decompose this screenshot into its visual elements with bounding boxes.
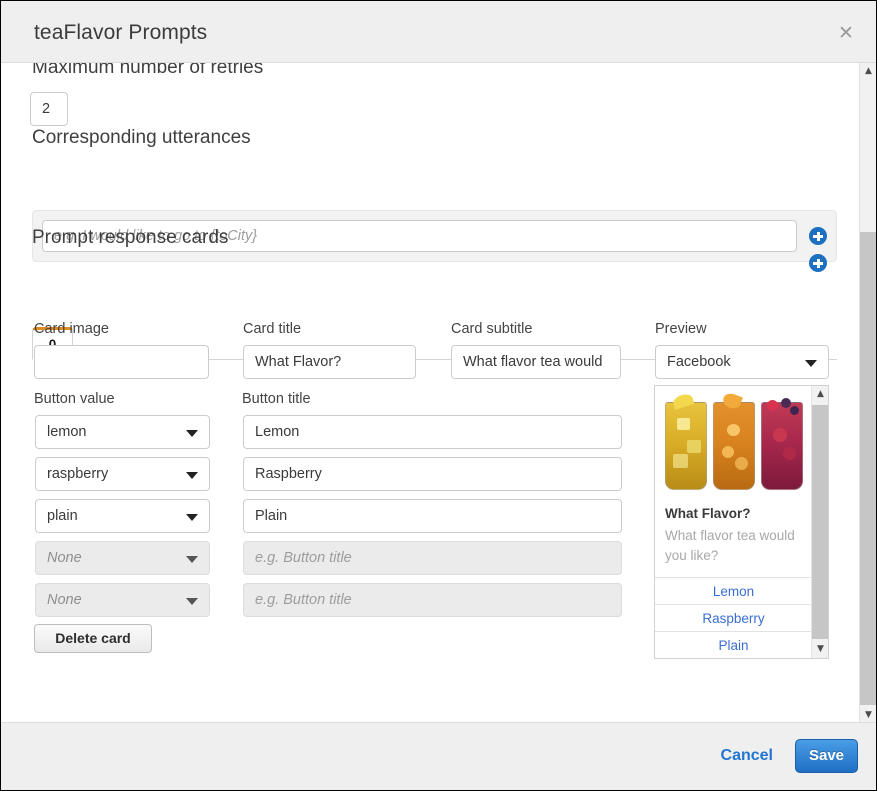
delete-card-button[interactable]: Delete card [34,624,152,653]
card-subtitle-label: Card subtitle [451,321,532,337]
modal-header: teaFlavor Prompts ✕ [1,1,877,63]
preview-card-title: What Flavor? [665,506,802,521]
scrollbar-thumb[interactable] [860,232,877,705]
modal-dialog: teaFlavor Prompts ✕ Maximum number of re… [0,0,877,791]
button-title-input-4[interactable] [243,583,622,617]
preview-card-text: What Flavor? What flavor tea would you l… [655,496,812,574]
button-value-select-4[interactable]: None [35,583,210,617]
preview-card-subtitle: What flavor tea would you like? [665,526,802,566]
button-value-3: None [47,550,82,566]
chevron-down-icon [186,598,198,605]
chevron-down-icon [186,514,198,521]
card-image-input[interactable] [34,345,209,379]
cancel-button[interactable]: Cancel [721,747,773,765]
modal-body: Maximum number of retries Corresponding … [1,63,877,724]
button-value-2: plain [47,508,78,524]
add-response-card-icon[interactable] [809,254,827,272]
page-title: teaFlavor Prompts [34,21,207,45]
chevron-down-icon [186,472,198,479]
preview-card-button-1[interactable]: Raspberry [655,604,812,631]
max-retries-label: Maximum number of retries [32,63,263,79]
button-title-input-3[interactable] [243,541,622,575]
preview-card-image [655,386,812,496]
button-value-0: lemon [47,424,87,440]
card-image-label: Card image [34,321,109,337]
chevron-down-icon [186,556,198,563]
scrollbar-thumb[interactable] [812,405,829,639]
button-value-1: raspberry [47,466,108,482]
scroll-up-icon[interactable]: ▲ [860,63,877,80]
scroll-up-icon[interactable]: ▲ [812,386,829,403]
button-title-input-0[interactable] [243,415,622,449]
preview-card-scrollbar[interactable]: ▲ ▼ [811,386,828,658]
dialog-scrollbar[interactable]: ▲ ▼ [859,63,876,724]
chevron-down-icon [805,360,817,367]
max-retries-input[interactable] [30,92,68,126]
button-value-select-3[interactable]: None [35,541,210,575]
button-title-label: Button title [242,391,311,407]
button-title-input-1[interactable] [243,457,622,491]
scroll-down-icon[interactable]: ▼ [812,641,829,658]
card-title-input[interactable] [243,345,416,379]
modal-footer: Cancel Save [1,722,877,790]
preview-label: Preview [655,321,707,337]
add-utterance-icon[interactable] [809,227,827,245]
card-title-label: Card title [243,321,301,337]
button-value-select-1[interactable]: raspberry [35,457,210,491]
button-value-4: None [47,592,82,608]
button-value-select-2[interactable]: plain [35,499,210,533]
button-title-input-2[interactable] [243,499,622,533]
preview-platform-select[interactable]: Facebook [655,345,829,379]
preview-card: What Flavor? What flavor tea would you l… [654,385,829,659]
chevron-down-icon [186,430,198,437]
close-icon[interactable]: ✕ [836,24,856,44]
preview-platform-value: Facebook [667,354,731,370]
response-cards-heading: Prompt response cards [32,227,228,249]
card-subtitle-input[interactable] [451,345,621,379]
preview-card-button-2[interactable]: Plain [655,631,812,658]
preview-card-button-0[interactable]: Lemon [655,577,812,604]
save-button[interactable]: Save [795,739,858,773]
utterances-label: Corresponding utterances [32,127,251,149]
button-value-select-0[interactable]: lemon [35,415,210,449]
button-value-label: Button value [34,391,115,407]
